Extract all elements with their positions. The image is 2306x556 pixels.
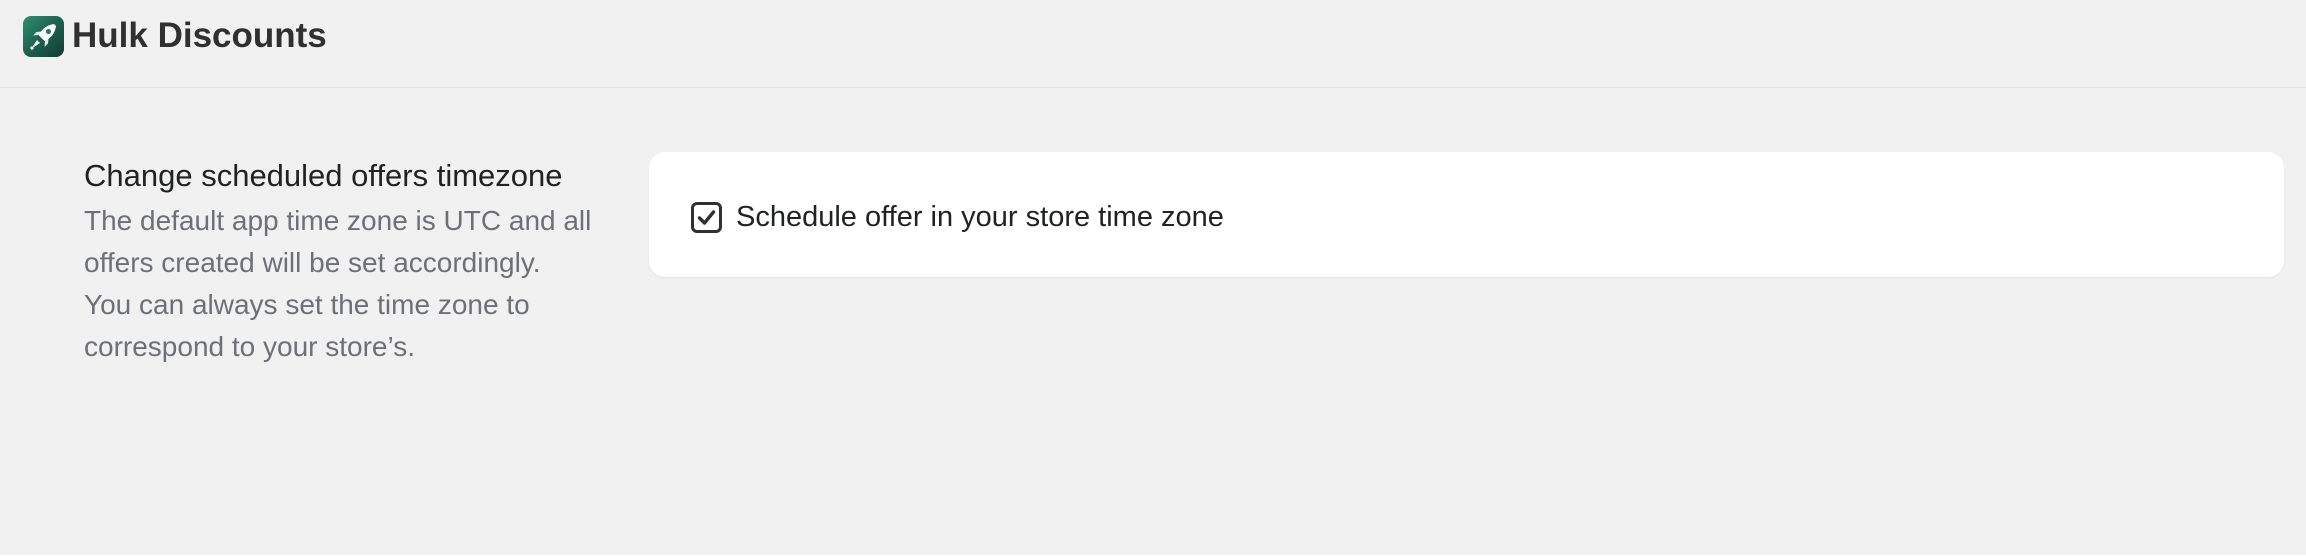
section-description: The default app time zone is UTC and all… <box>84 205 592 362</box>
rocket-icon <box>23 16 64 57</box>
app-header: Hulk Discounts <box>0 0 2306 88</box>
store-timezone-checkbox[interactable]: Schedule offer in your store time zone <box>691 199 1224 235</box>
settings-page: Hulk Discounts Change scheduled offers t… <box>0 0 2306 555</box>
checkbox-checked-icon[interactable] <box>691 201 722 233</box>
section-heading: Change scheduled offers timezone <box>84 158 563 193</box>
timezone-settings-card: Schedule offer in your store time zone <box>649 152 2284 277</box>
timezone-section-info: Change scheduled offers timezone The def… <box>84 152 594 368</box>
checkbox-label[interactable]: Schedule offer in your store time zone <box>736 199 1224 235</box>
app-window: Hulk Discounts Change scheduled offers t… <box>0 0 2306 556</box>
app-title: Hulk Discounts <box>72 16 327 55</box>
